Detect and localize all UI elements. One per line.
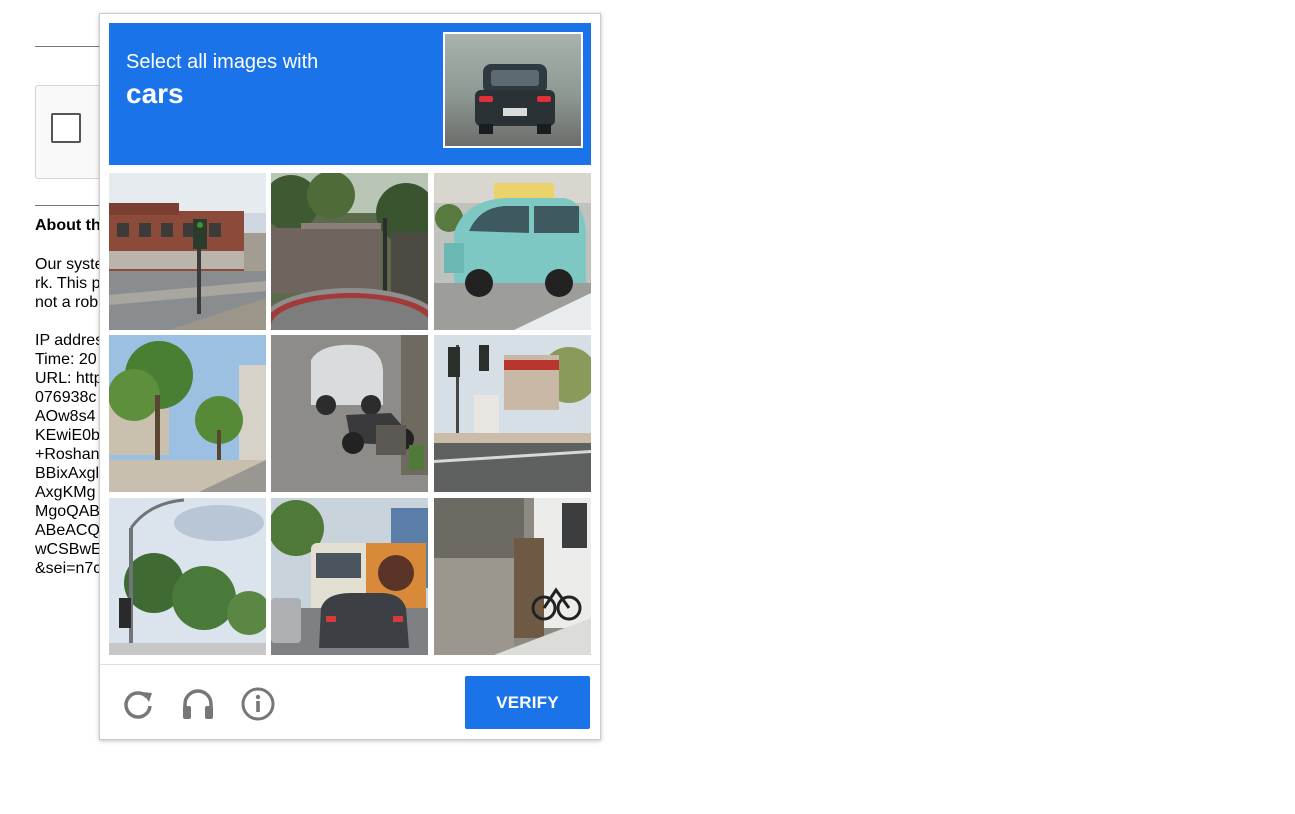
- info-line: 076938c: [35, 389, 97, 406]
- trees-image: [109, 335, 266, 492]
- info-line: wCSBwE: [35, 541, 102, 558]
- street-corner-image: [109, 173, 266, 330]
- audio-icon[interactable]: [180, 686, 216, 722]
- image-tile-brick-wall[interactable]: [271, 173, 428, 330]
- image-tile-alley-bicycle[interactable]: [434, 498, 591, 655]
- verify-button[interactable]: VERIFY: [465, 676, 590, 729]
- info-icon[interactable]: [240, 686, 276, 722]
- info-line: MgoQAB: [35, 503, 100, 520]
- not-robot-checkbox[interactable]: [51, 113, 81, 143]
- captcha-challenge-dialog: Select all images with cars VERIFY: [99, 13, 601, 740]
- scooter-image: [271, 335, 428, 492]
- image-grid: [109, 173, 591, 655]
- bus-traffic-image: [271, 498, 428, 655]
- footer-divider: [100, 664, 600, 665]
- challenge-target: cars: [126, 78, 184, 109]
- alley-bicycle-image: [434, 498, 591, 655]
- challenge-instruction: Select all images with: [126, 51, 319, 73]
- info-line: KEwiE0b: [35, 427, 100, 444]
- divider-middle: [35, 205, 105, 206]
- minivan-image: [434, 173, 591, 330]
- image-tile-trees[interactable]: [109, 335, 266, 492]
- info-line: BBixAxgl: [35, 465, 100, 482]
- sample-image: [443, 32, 583, 148]
- about-heading: About th: [35, 217, 101, 234]
- paragraph-line: rk. This p: [35, 275, 101, 292]
- image-tile-traffic-lights[interactable]: [434, 335, 591, 492]
- about-paragraph: Our syste rk. This p not a rob: [35, 255, 103, 312]
- brick-wall-image: [271, 173, 428, 330]
- info-line: Time: 20: [35, 351, 97, 368]
- image-tile-scooter[interactable]: [271, 335, 428, 492]
- reload-icon[interactable]: [120, 686, 156, 722]
- info-line: AxgKMg: [35, 484, 96, 501]
- request-info: IP addres Time: 20 URL: http 076938c AOw…: [35, 331, 103, 578]
- info-line: ABeACQ: [35, 522, 100, 539]
- street-lamp-image: [109, 498, 266, 655]
- info-line: &sei=n7c: [35, 560, 102, 577]
- info-line: AOw8s4: [35, 408, 96, 425]
- car-icon: [475, 64, 555, 134]
- divider-top: [35, 46, 105, 47]
- challenge-header: Select all images with cars: [109, 23, 591, 165]
- info-line: +Roshan: [35, 446, 100, 463]
- info-line: URL: http: [35, 370, 103, 387]
- image-tile-street-corner[interactable]: [109, 173, 266, 330]
- paragraph-line: not a rob: [35, 294, 99, 311]
- image-tile-minivan[interactable]: [434, 173, 591, 330]
- paragraph-line: Our syste: [35, 256, 104, 273]
- traffic-lights-image: [434, 335, 591, 492]
- image-tile-street-lamp[interactable]: [109, 498, 266, 655]
- info-line: IP addres: [35, 332, 104, 349]
- image-tile-bus-traffic[interactable]: [271, 498, 428, 655]
